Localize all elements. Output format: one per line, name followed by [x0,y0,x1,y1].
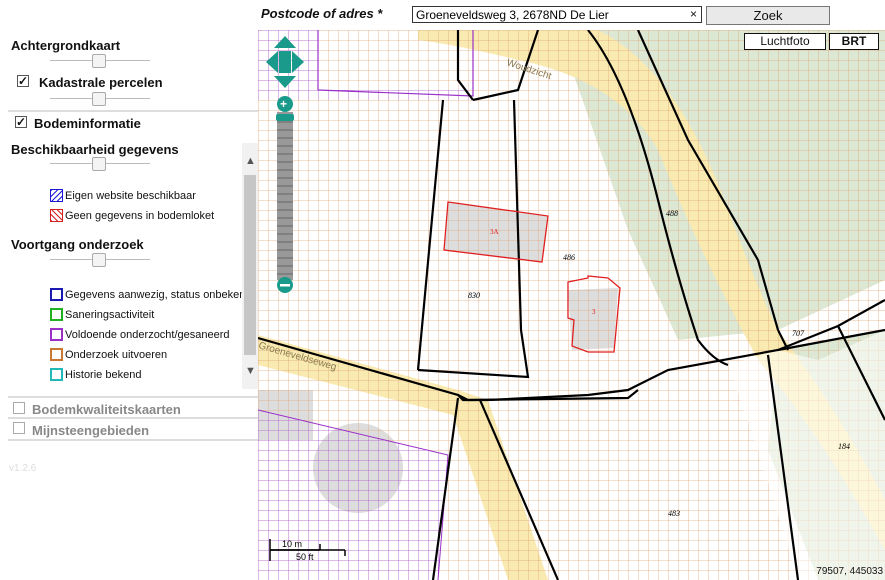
legend-item-voldoende: Voldoende onderzocht/gesaneerd [50,328,230,341]
beschikbaarheid-slider[interactable] [50,157,150,171]
legend-item-eigen-website: Eigen website beschikbaar [50,189,196,202]
kadastrale-checkbox[interactable] [17,75,29,87]
zoom-out-glyph [280,284,290,287]
zoom-slider-handle[interactable] [276,114,294,121]
voortgang-slider[interactable] [50,253,150,267]
mijnsteen-checkbox[interactable] [13,422,25,434]
layer-sidebar: Achtergrondkaart Kadastrale percelen Bod… [0,0,258,580]
legend-scrollbar[interactable]: ▲ ▼ [242,143,258,389]
legend-item-sanering: Saneringsactiviteit [50,308,154,321]
search-button[interactable]: Zoek [706,6,830,25]
bodemkwaliteit-title: Bodemkwaliteitskaarten [32,402,181,417]
slider-knob[interactable] [92,253,106,267]
legend-swatch [50,328,63,341]
slider-knob[interactable] [92,54,106,68]
legend-swatch [50,368,63,381]
legend-swatch [50,288,63,301]
building-number: 3A [490,228,499,236]
zoom-track[interactable] [277,112,293,280]
bodemkwaliteit-checkbox[interactable] [13,402,25,414]
voortgang-title: Voortgang onderzoek [11,237,144,252]
slider-knob[interactable] [92,157,106,171]
legend-swatch [50,348,63,361]
chevron-down-icon[interactable]: ▼ [245,365,256,377]
luchtfoto-button[interactable]: Luchtfoto [744,33,826,50]
legend-label: Saneringsactiviteit [65,308,155,321]
parcel-number: 483 [668,509,680,518]
legend-item-geen-gegevens: Geen gegevens in bodemloket [50,209,214,222]
bodeminformatie-checkbox[interactable] [15,116,27,128]
mijnsteen-title: Mijnsteengebieden [32,423,150,438]
scroll-thumb[interactable] [244,175,256,355]
version-label: v1.2.6 [9,463,37,474]
divider [8,417,258,419]
legend-label: Eigen website beschikbaar [65,189,196,202]
map-viewport[interactable]: Woudzicht Groeneveldseweg 488 486 830 70… [258,30,885,580]
slider-knob[interactable] [92,92,106,106]
legend-swatch [50,308,63,321]
chevron-up-icon[interactable]: ▲ [245,155,256,167]
legend-label: Geen gegevens in bodemloket [65,209,215,222]
bodeminformatie-title: Bodeminformatie [34,116,141,131]
parcel-number: 184 [838,442,850,451]
divider [8,439,258,441]
legend-item-status-onbekend: Gegevens aanwezig, status onbekend [50,288,252,301]
legend-label: Onderzoek uitvoeren [65,348,168,361]
parcel-number: 486 [563,253,575,262]
beschikbaarheid-title: Beschikbaarheid gegevens [11,142,179,157]
kadastrale-slider[interactable] [50,92,150,106]
legend-label: Voldoende onderzocht/gesaneerd [65,328,230,341]
pan-center [279,51,291,73]
zoom-control[interactable]: + [276,96,294,293]
parcel-number: 830 [468,291,480,300]
achtergrondkaart-slider[interactable] [50,54,150,68]
address-label: Postcode of adres * [261,6,383,21]
building-number: 3 [592,308,596,316]
scale-feet: 50 ft [296,552,314,562]
parcel-number: 707 [792,329,805,338]
legend-swatch [50,189,63,202]
scale-meters: 10 m [282,539,302,549]
parcel-number: 488 [666,209,678,218]
legend-item-onderzoek: Onderzoek uitvoeren [50,348,167,361]
kadastrale-title: Kadastrale percelen [39,75,163,90]
zoom-in-glyph: + [280,97,287,111]
achtergrondkaart-title: Achtergrondkaart [11,38,121,53]
divider [8,110,258,112]
legend-label: Historie bekend [65,368,142,381]
address-input[interactable] [412,6,702,23]
legend-label: Gegevens aanwezig, status onbekend [65,288,252,301]
map-canvas[interactable]: Woudzicht Groeneveldseweg 488 486 830 70… [258,30,885,580]
clear-icon[interactable]: × [690,7,697,21]
legend-item-historie: Historie bekend [50,368,141,381]
coordinate-readout: 79507, 445033 [816,566,883,577]
brt-button[interactable]: BRT [829,33,879,50]
legend-swatch [50,209,63,222]
divider [8,396,258,398]
